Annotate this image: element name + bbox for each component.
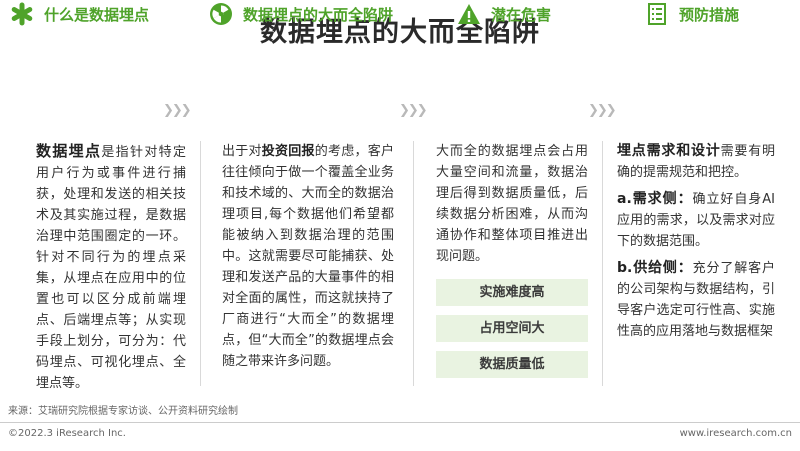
chevrons-icon: ❯❯❯ <box>588 103 617 118</box>
header-label: 什么是数据埋点 <box>44 5 150 24</box>
definition-text: 数据埋点是指针对特定用户行为或事件进行捕获，处理和发送的相关技术及其实施过程，是… <box>36 141 186 394</box>
trap-prefix: 出于对 <box>222 144 262 159</box>
header-prevention: 预防措施 <box>645 0 739 28</box>
prevention-demand-term: a.需求侧： <box>617 191 693 207</box>
checklist-icon <box>645 2 669 26</box>
column-divider <box>602 141 603 386</box>
chevrons-icon: ❯❯❯ <box>163 103 192 118</box>
prevention-intro: 埋点需求和设计需要有明确的提需规范和把控。 <box>617 141 775 183</box>
header-label: 预防措施 <box>679 5 740 24</box>
column-prevention: 埋点需求和设计需要有明确的提需规范和把控。 a.需求侧：确立好自身AI应用的需求… <box>617 141 775 386</box>
harm-tag: 占用空间大 <box>436 315 588 342</box>
prevention-demand: a.需求侧：确立好自身AI应用的需求，以及需求对应下的数据范围。 <box>617 189 775 252</box>
asterisk-icon <box>10 2 34 26</box>
website-url: www.iresearch.com.cn <box>679 428 792 439</box>
harm-tag: 数据质量低 <box>436 351 588 378</box>
column-definition: 数据埋点是指针对特定用户行为或事件进行捕获，处理和发送的相关技术及其实施过程，是… <box>36 141 186 391</box>
header-potential-harm: 潜在危害 <box>457 0 551 28</box>
chevrons-icon: ❯❯❯ <box>399 103 428 118</box>
definition-body: 是指针对特定用户行为或事件进行捕获，处理和发送的相关技术及其实施过程，是数据治理… <box>36 145 186 391</box>
trap-term: 投资回报 <box>261 144 315 159</box>
column-divider <box>200 141 201 386</box>
header-label: 潜在危害 <box>491 5 552 24</box>
trap-text: 出于对投资回报的考虑，客户往往倾向于做一个覆盖全业务和技术域的、大而全的数据治理… <box>222 141 394 372</box>
hazard-icon <box>209 2 233 26</box>
harm-text: 大而全的数据埋点会占用大量空间和流量，数据治理后得到数据质量低，后续数据分析困难… <box>436 144 588 264</box>
column-harm: 大而全的数据埋点会占用大量空间和流量，数据治理后得到数据质量低，后续数据分析困难… <box>436 141 588 386</box>
prevention-supply-term: b.供给侧： <box>617 260 693 276</box>
column-trap: 出于对投资回报的考虑，客户往往倾向于做一个覆盖全业务和技术域的、大而全的数据治理… <box>222 141 394 386</box>
prevention-intro-term: 埋点需求和设计 <box>617 143 721 159</box>
header-what-is-tracking: 什么是数据埋点 <box>10 0 149 28</box>
warning-icon <box>457 2 481 26</box>
harm-tag: 实施难度高 <box>436 279 588 306</box>
footer-divider <box>0 422 800 423</box>
definition-term: 数据埋点 <box>36 142 102 160</box>
trap-body: 的考虑，客户往往倾向于做一个覆盖全业务和技术域的、大而全的数据治理项目,每个数据… <box>222 144 394 369</box>
prevention-supply: b.供给侧：充分了解客户的公司架构与数据结构，引导客户选定可行性高、实施性高的应… <box>617 258 775 342</box>
header-trap: 数据埋点的大而全陷阱 <box>209 0 393 28</box>
header-label: 数据埋点的大而全陷阱 <box>243 5 394 24</box>
source-note: 来源：艾瑞研究院根据专家访谈、公开资料研究绘制 <box>8 406 238 417</box>
copyright: ©2022.3 iResearch Inc. <box>8 428 126 439</box>
column-divider <box>413 141 414 386</box>
